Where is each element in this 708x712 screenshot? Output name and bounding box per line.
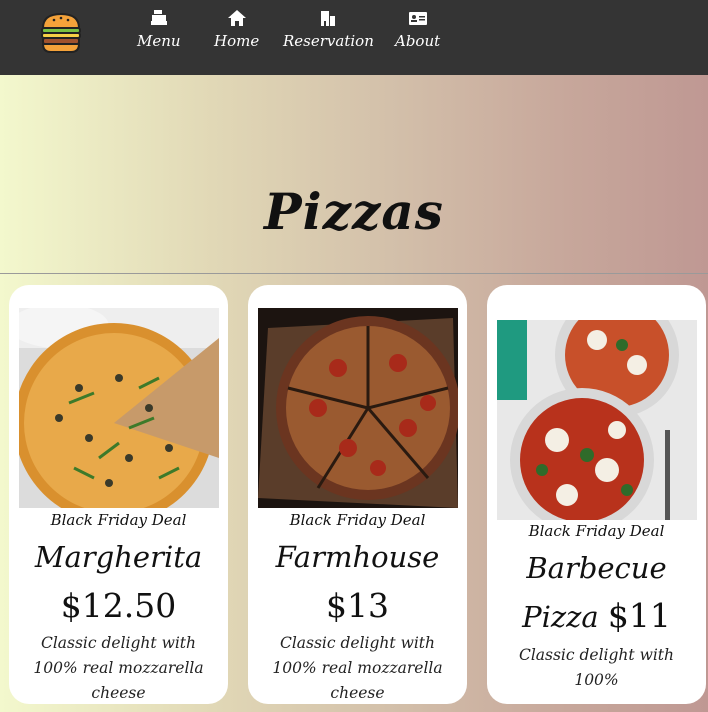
pizza-name: Farmhouse <box>275 540 440 574</box>
building-icon <box>321 11 336 26</box>
pizza-name: Margherita <box>34 540 203 574</box>
pizza-price: $12.50 <box>60 586 177 625</box>
pizza-price: $13 <box>326 586 389 625</box>
pizza-description: Classic delight with 100% real mozzarell… <box>33 634 204 702</box>
nav-about-label: About <box>395 32 441 50</box>
divider <box>0 273 708 274</box>
pizza-card-margherita[interactable]: Black Friday Deal Margherita $12.50 Clas… <box>9 285 228 704</box>
pizza-description: Classic delight with 100% real mozzarell… <box>272 634 443 702</box>
pizza-card-farmhouse[interactable]: Black Friday Deal Farmhouse $13 Classic … <box>248 285 467 704</box>
nav-reservation-label: Reservation <box>283 32 374 50</box>
pizza-name: Barbecue Pizza $11 <box>487 544 706 641</box>
page-title: Pizzas <box>264 182 444 241</box>
farmhouse-pizza-photo <box>258 308 458 508</box>
deal-label: Black Friday Deal <box>50 511 187 529</box>
pizza-description: Classic delight with 100% <box>518 646 675 689</box>
deal-label: Black Friday Deal <box>289 511 426 529</box>
nav-about[interactable]: About <box>395 10 440 50</box>
cash-register-icon <box>150 10 167 25</box>
deal-label: Black Friday Deal <box>528 522 665 540</box>
pizza-price: $11 <box>607 596 671 635</box>
barbecue-pizza-photo <box>497 320 697 520</box>
navbar: Menu Home Reservation About <box>0 0 708 75</box>
nav-home-label: Home <box>214 32 260 50</box>
nav-menu[interactable]: Menu <box>137 10 181 50</box>
pizza-card-barbecue[interactable]: Black Friday Deal Barbecue Pizza $11 Cla… <box>487 285 706 704</box>
burger-icon[interactable] <box>37 8 85 56</box>
home-icon <box>227 10 246 26</box>
nav-reservation[interactable]: Reservation <box>283 10 374 50</box>
nav-menu-label: Menu <box>137 32 181 50</box>
id-card-icon <box>408 12 427 25</box>
nav-home[interactable]: Home <box>214 10 259 50</box>
margherita-pizza-photo <box>19 308 219 508</box>
